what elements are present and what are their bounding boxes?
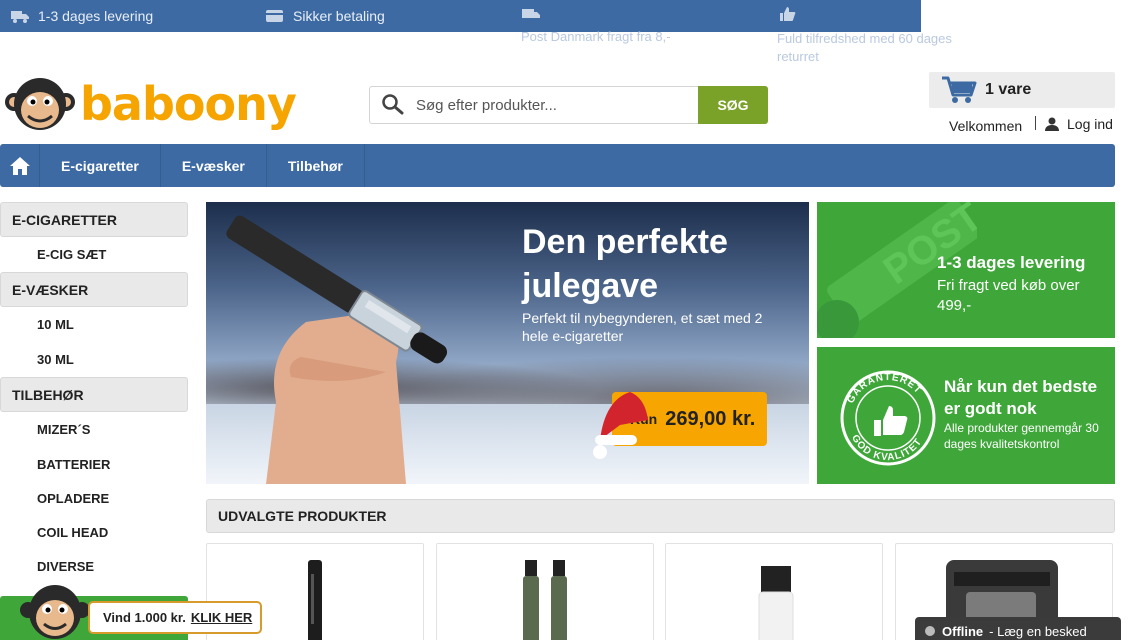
hero-banner[interactable]: Den perfekte julegave Perfekt til nybegy… (206, 202, 809, 484)
info-satisfaction-label: Fuld tilfredshed med 60 dages returret (777, 31, 952, 64)
info-delivery: 1-3 dages levering (10, 0, 153, 32)
delivery-van-icon (522, 9, 540, 18)
promo-quality-title: Når kun det bedste er godt nok (944, 377, 1098, 418)
price-value: 269,00 kr. (665, 407, 756, 430)
sidebar-item-10-ml[interactable]: 10 ML (0, 307, 188, 342)
cart-button[interactable]: 1 vare (929, 72, 1115, 108)
truck-icon (11, 11, 29, 23)
product-image (758, 566, 794, 640)
promo-delivery-title: 1-3 dages levering (937, 253, 1086, 272)
header-divider (1035, 116, 1036, 130)
search-icon (370, 87, 416, 123)
product-card[interactable] (436, 543, 654, 640)
sidebar-category-e-vaesker[interactable]: E-VÆSKER (0, 272, 188, 307)
search-bar: SØG (369, 86, 768, 124)
promo-quality-text: Alle produkter gennemgår 30 dages kvalit… (944, 421, 1099, 451)
welcome-text: Velkommen (949, 118, 1023, 134)
promo-delivery-text: Fri fragt ved køb over 499,- (937, 277, 1080, 314)
nav-home[interactable] (0, 144, 40, 187)
info-delivery-label: 1-3 dages levering (38, 8, 154, 24)
chat-message: - Læg en besked (989, 623, 1087, 639)
e-cigarette-hand-image (226, 215, 448, 484)
hero-title: Den perfekte julegave (522, 223, 728, 305)
sidebar-item-diverse[interactable]: DIVERSE (0, 549, 188, 584)
promo-delivery[interactable]: POST 1-3 dages levering Fri fragt ved kø… (817, 202, 1115, 338)
logo-text: baboony (80, 77, 297, 131)
info-payment: Sikker betaling (265, 0, 385, 32)
login-label: Log ind (1067, 116, 1113, 132)
sidebar-item-batterier[interactable]: BATTERIER (0, 447, 188, 481)
monkey-mascot-icon (20, 585, 90, 639)
page: 1-3 dages levering Sikker betaling Post … (0, 0, 1136, 640)
category-sidebar: E-CIGARETTER E-CIG SÆT E-VÆSKER 10 ML 30… (0, 202, 188, 584)
sidebar-item-coil-head[interactable]: COIL HEAD (0, 515, 188, 549)
search-input[interactable] (416, 96, 696, 114)
chat-status-icon (925, 626, 935, 636)
info-bar: 1-3 dages levering Sikker betaling (0, 0, 921, 32)
quality-guarantee-badge-icon: GARANTERET GOD KVALITET (840, 370, 936, 466)
sidebar-category-e-cigaretter[interactable]: E-CIGARETTER (0, 202, 188, 237)
info-shipping-label: Post Danmark fragt fra 8,- (521, 29, 671, 44)
nav-item-tilbehoer[interactable]: Tilbehør (267, 144, 365, 187)
search-button[interactable]: SØG (698, 86, 768, 124)
main-nav: E-cigaretter E-væsker Tilbehør (0, 144, 1115, 187)
santa-hat-icon (593, 392, 648, 459)
sidebar-item-e-cig-saet[interactable]: E-CIG SÆT (0, 237, 188, 272)
promo-quality[interactable]: GARANTERET GOD KVALITET Når kun det beds… (817, 347, 1115, 484)
site-logo[interactable]: baboony (4, 74, 297, 134)
hero-subtitle: Perfekt til nybegynderen, et sæt med 2 h… (522, 310, 763, 344)
credit-card-icon (266, 10, 283, 22)
home-icon (9, 156, 30, 175)
nav-item-e-cigaretter[interactable]: E-cigaretter (40, 144, 161, 187)
product-card[interactable] (665, 543, 883, 640)
monkey-logo-icon (5, 78, 75, 130)
chat-widget[interactable]: Offline - Læg en besked (915, 617, 1121, 640)
featured-products-heading: UDVALGTE PRODUKTER (206, 499, 1115, 533)
product-image (523, 560, 567, 640)
sidebar-item-mizers[interactable]: MIZER´S (0, 412, 188, 447)
user-icon (1045, 117, 1059, 131)
nav-item-e-vaesker[interactable]: E-væsker (161, 144, 267, 187)
info-satisfaction (777, 0, 797, 32)
cart-count: 1 vare (985, 81, 1032, 98)
contest-link[interactable]: KLIK HER (191, 610, 252, 625)
sidebar-category-tilbehoer[interactable]: TILBEHØR (0, 377, 188, 412)
thumbs-up-icon (780, 7, 796, 21)
info-payment-label: Sikker betaling (293, 8, 385, 24)
contest-text: Vind 1.000 kr. (103, 610, 186, 625)
shopping-cart-icon (937, 72, 981, 108)
contest-banner[interactable]: Vind 1.000 kr. KLIK HER (88, 601, 262, 634)
chat-status: Offline (942, 623, 984, 639)
sidebar-item-30-ml[interactable]: 30 ML (0, 342, 188, 377)
sidebar-item-opladere[interactable]: OPLADERE (0, 481, 188, 515)
login-link[interactable]: Log ind (1045, 116, 1113, 132)
